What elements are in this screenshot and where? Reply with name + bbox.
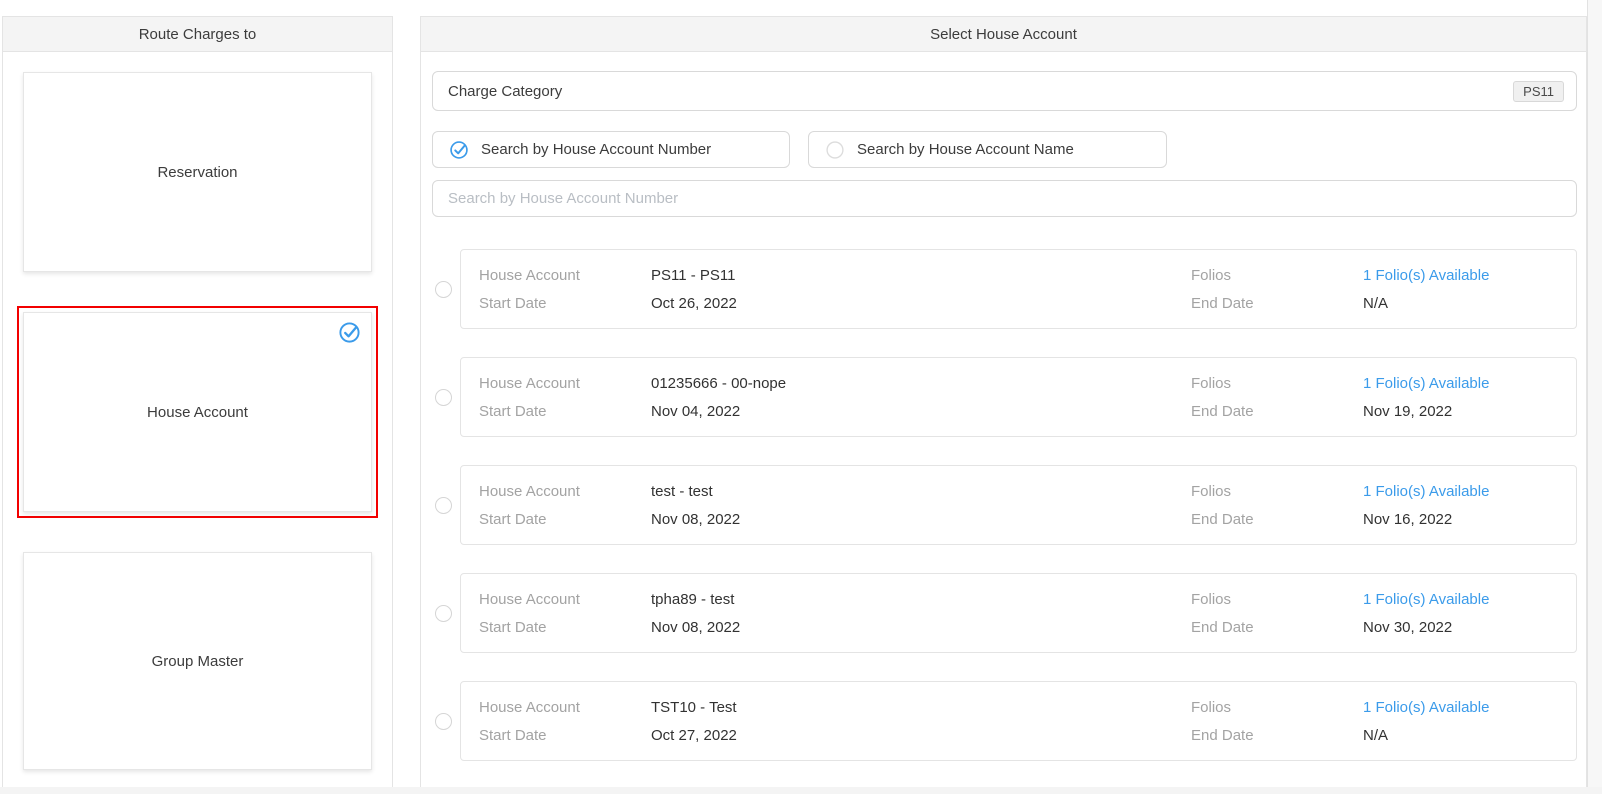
house-account-row: House Account tpha89 - test Folios 1 Fol… xyxy=(432,573,1577,653)
radio-unchecked-icon[interactable] xyxy=(435,713,452,730)
house-account-card[interactable]: House Account test - test Folios 1 Folio… xyxy=(460,465,1577,545)
radio-unchecked-icon[interactable] xyxy=(435,389,452,406)
route-option-card[interactable]: Group Master xyxy=(23,552,372,770)
route-charges-panel: Route Charges to Reservation House Accou… xyxy=(2,16,393,794)
house-account-label: House Account xyxy=(479,590,651,609)
start-date-label: Start Date xyxy=(479,726,651,745)
check-circle-icon xyxy=(449,140,469,160)
search-mode-option-search-by-house-account-number[interactable]: Search by House Account Number xyxy=(432,131,790,168)
check-circle-icon xyxy=(338,321,361,344)
search-mode-option-label: Search by House Account Name xyxy=(857,141,1074,158)
house-account-value: tpha89 - test xyxy=(651,590,1191,609)
charge-category-field[interactable]: Charge Category PS11 xyxy=(432,71,1577,111)
route-option-label: Group Master xyxy=(152,653,244,670)
start-date-value: Nov 04, 2022 xyxy=(651,402,1191,421)
end-date-value: N/A xyxy=(1363,294,1558,313)
house-account-row: House Account 01235666 - 00-nope Folios … xyxy=(432,357,1577,437)
start-date-label: Start Date xyxy=(479,510,651,529)
house-account-search-input[interactable] xyxy=(432,180,1577,217)
folios-available-link[interactable]: 1 Folio(s) Available xyxy=(1363,590,1558,609)
radio-unchecked-icon[interactable] xyxy=(435,281,452,298)
select-house-account-panel: Select House Account Charge Category PS1… xyxy=(420,16,1587,794)
route-option-card[interactable]: House Account xyxy=(23,312,372,512)
route-option-group-master[interactable]: Group Master xyxy=(23,552,372,770)
end-date-value: N/A xyxy=(1363,726,1558,745)
house-account-label: House Account xyxy=(479,374,651,393)
start-date-label: Start Date xyxy=(479,294,651,313)
folios-available-link[interactable]: 1 Folio(s) Available xyxy=(1363,374,1558,393)
end-date-value: Nov 16, 2022 xyxy=(1363,510,1558,529)
route-option-label: Reservation xyxy=(157,164,237,181)
end-date-label: End Date xyxy=(1191,618,1363,637)
folios-label: Folios xyxy=(1191,266,1363,285)
house-account-card[interactable]: House Account tpha89 - test Folios 1 Fol… xyxy=(460,573,1577,653)
end-date-value: Nov 19, 2022 xyxy=(1363,402,1558,421)
house-account-value: test - test xyxy=(651,482,1191,501)
radio-unchecked-icon[interactable] xyxy=(435,605,452,622)
folios-label: Folios xyxy=(1191,590,1363,609)
house-account-card[interactable]: House Account TST10 - Test Folios 1 Foli… xyxy=(460,681,1577,761)
folios-label: Folios xyxy=(1191,698,1363,717)
radio-unchecked-icon[interactable] xyxy=(435,497,452,514)
house-account-row: House Account TST10 - Test Folios 1 Foli… xyxy=(432,681,1577,761)
end-date-value: Nov 30, 2022 xyxy=(1363,618,1558,637)
folios-available-link[interactable]: 1 Folio(s) Available xyxy=(1363,482,1558,501)
end-date-label: End Date xyxy=(1191,402,1363,421)
charge-category-label: Charge Category xyxy=(448,83,562,100)
route-option-label: House Account xyxy=(147,404,248,421)
end-date-label: End Date xyxy=(1191,726,1363,745)
house-account-list: House Account PS11 - PS11 Folios 1 Folio… xyxy=(432,249,1577,761)
end-date-label: End Date xyxy=(1191,510,1363,529)
search-mode-option-search-by-house-account-name[interactable]: Search by House Account Name xyxy=(808,131,1167,168)
left-panel-header: Route Charges to xyxy=(3,17,392,52)
house-account-row: House Account test - test Folios 1 Folio… xyxy=(432,465,1577,545)
folios-label: Folios xyxy=(1191,482,1363,501)
vertical-scrollbar[interactable] xyxy=(1587,0,1602,794)
route-charges-screen: Route Charges to Reservation House Accou… xyxy=(0,0,1602,794)
route-option-reservation[interactable]: Reservation xyxy=(23,72,372,272)
start-date-label: Start Date xyxy=(479,402,651,421)
house-account-card[interactable]: House Account PS11 - PS11 Folios 1 Folio… xyxy=(460,249,1577,329)
route-option-card[interactable]: Reservation xyxy=(23,72,372,272)
house-account-label: House Account xyxy=(479,698,651,717)
house-account-label: House Account xyxy=(479,482,651,501)
folios-label: Folios xyxy=(1191,374,1363,393)
start-date-value: Nov 08, 2022 xyxy=(651,510,1191,529)
right-panel-header: Select House Account xyxy=(421,17,1586,52)
house-account-card[interactable]: House Account 01235666 - 00-nope Folios … xyxy=(460,357,1577,437)
house-account-value: 01235666 - 00-nope xyxy=(651,374,1191,393)
end-date-label: End Date xyxy=(1191,294,1363,313)
search-mode-option-label: Search by House Account Number xyxy=(481,141,711,158)
start-date-label: Start Date xyxy=(479,618,651,637)
route-option-house-account[interactable]: House Account xyxy=(17,306,378,518)
search-mode-options: Search by House Account Number Search by… xyxy=(432,131,1577,168)
start-date-value: Oct 26, 2022 xyxy=(651,294,1191,313)
right-panel-title: Select House Account xyxy=(930,26,1077,43)
circle-outline-icon xyxy=(825,140,845,160)
house-account-value: PS11 - PS11 xyxy=(651,266,1191,285)
house-account-row: House Account PS11 - PS11 Folios 1 Folio… xyxy=(432,249,1577,329)
house-account-value: TST10 - Test xyxy=(651,698,1191,717)
route-option-list: Reservation House Account Group Master xyxy=(3,52,392,770)
start-date-value: Nov 08, 2022 xyxy=(651,618,1191,637)
folios-available-link[interactable]: 1 Folio(s) Available xyxy=(1363,266,1558,285)
left-panel-title: Route Charges to xyxy=(139,26,257,43)
right-panel-body: Charge Category PS11 Search by House Acc… xyxy=(421,52,1586,761)
folios-available-link[interactable]: 1 Folio(s) Available xyxy=(1363,698,1558,717)
horizontal-scrollbar[interactable] xyxy=(0,787,1602,794)
house-account-label: House Account xyxy=(479,266,651,285)
charge-category-chip[interactable]: PS11 xyxy=(1513,81,1564,102)
start-date-value: Oct 27, 2022 xyxy=(651,726,1191,745)
